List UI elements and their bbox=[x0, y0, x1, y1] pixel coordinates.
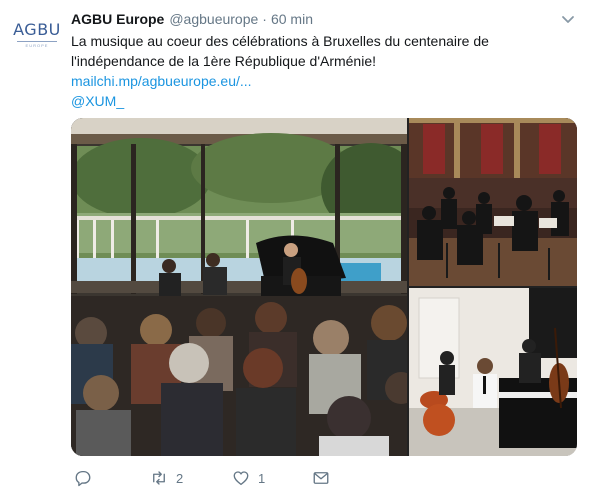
tweet-card[interactable]: AGBU EUROPE AGBU Europe @agbueurope · 60… bbox=[0, 0, 592, 491]
avatar-logo-rule bbox=[17, 41, 57, 42]
tweet-header: AGBU Europe @agbueurope · 60 min bbox=[71, 11, 313, 29]
direct-message-button[interactable] bbox=[312, 468, 330, 488]
media-grid bbox=[71, 118, 577, 456]
media-photo-orchestra[interactable] bbox=[409, 118, 577, 286]
avatar[interactable]: AGBU EUROPE bbox=[12, 20, 62, 50]
tweet-link[interactable]: mailchi.mp/agbueurope.eu/... bbox=[71, 71, 252, 91]
retweet-button[interactable]: 2 bbox=[150, 468, 183, 488]
like-button[interactable]: 1 bbox=[232, 468, 265, 488]
avatar-logo-subtext: EUROPE bbox=[25, 43, 49, 48]
tweet-mention[interactable]: @XUM_ bbox=[71, 91, 124, 111]
tweet-actions: 2 1 bbox=[71, 468, 371, 488]
retweet-count: 2 bbox=[176, 470, 184, 486]
reply-button[interactable] bbox=[74, 468, 92, 488]
envelope-icon bbox=[313, 472, 329, 484]
tweet-text: La musique au coeur des célébrations à B… bbox=[71, 33, 489, 69]
media-photo-jazz-trio[interactable] bbox=[409, 288, 577, 456]
header-separator: · bbox=[262, 11, 267, 27]
heart-icon bbox=[233, 471, 249, 486]
avatar-logo-text: AGBU bbox=[13, 20, 61, 39]
retweet-icon bbox=[153, 471, 165, 485]
chevron-down-icon[interactable] bbox=[560, 13, 576, 27]
media-photo-concert[interactable] bbox=[71, 118, 407, 456]
reply-icon bbox=[75, 470, 91, 487]
author-handle[interactable]: @agbueurope bbox=[169, 11, 258, 27]
author-name[interactable]: AGBU Europe bbox=[71, 11, 164, 27]
tweet-timestamp[interactable]: 60 min bbox=[271, 11, 313, 27]
like-count: 1 bbox=[258, 470, 266, 486]
